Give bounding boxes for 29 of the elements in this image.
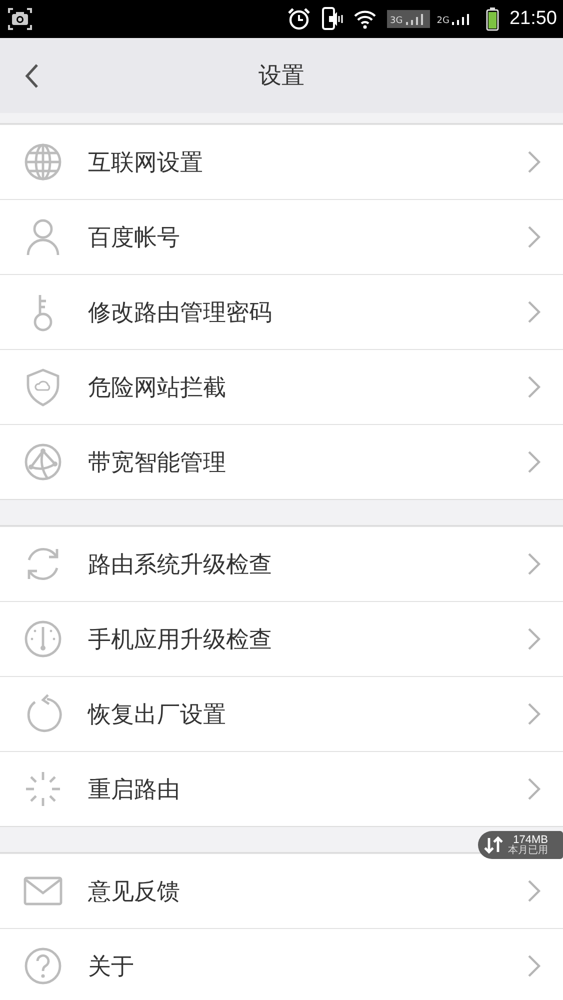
globe-icon bbox=[23, 142, 63, 182]
gauge-icon bbox=[23, 619, 63, 659]
battery-icon bbox=[486, 7, 500, 31]
chevron-right-icon bbox=[527, 225, 541, 249]
network-2g-indicator: 2G bbox=[434, 10, 476, 28]
page-title: 设置 bbox=[258, 62, 304, 91]
chevron-right-icon bbox=[527, 375, 541, 399]
chevron-right-icon bbox=[527, 879, 541, 903]
chevron-right-icon bbox=[527, 702, 541, 726]
chevron-right-icon bbox=[527, 150, 541, 174]
data-usage-amount: 174MB bbox=[513, 834, 548, 846]
chevron-right-icon bbox=[527, 300, 541, 324]
chevron-right-icon bbox=[527, 552, 541, 576]
screenshot-icon bbox=[8, 8, 32, 30]
data-usage-caption: 本月已用 bbox=[508, 846, 548, 856]
network-globe-icon bbox=[23, 442, 63, 482]
chevron-right-icon bbox=[527, 954, 541, 978]
chevron-right-icon bbox=[527, 777, 541, 801]
help-icon bbox=[23, 946, 63, 986]
loading-spinner-icon bbox=[23, 769, 63, 809]
chevron-left-icon bbox=[24, 63, 40, 89]
chevron-right-icon bbox=[527, 450, 541, 474]
wifi-icon bbox=[353, 9, 378, 29]
chevron-right-icon bbox=[527, 627, 541, 651]
data-transfer-icon bbox=[484, 836, 504, 854]
network-3g-indicator: 3G bbox=[387, 10, 430, 28]
alarm-clock-icon bbox=[287, 8, 312, 30]
phone-vibrate-icon bbox=[321, 7, 344, 31]
clock-time: 21:50 bbox=[509, 8, 557, 30]
